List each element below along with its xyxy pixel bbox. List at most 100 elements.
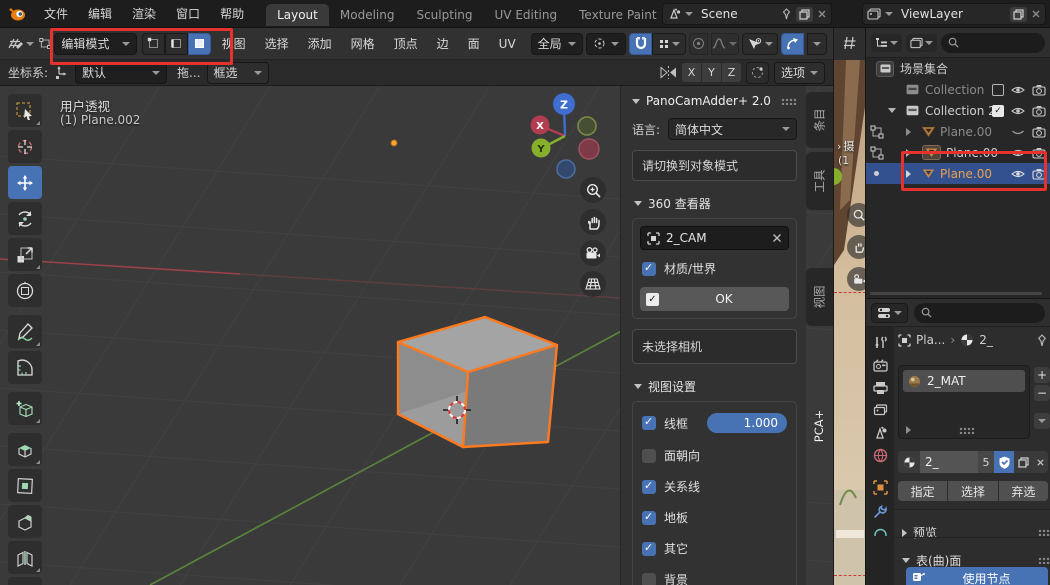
menu-uv[interactable]: UV bbox=[491, 37, 524, 51]
pin-icon[interactable] bbox=[781, 8, 792, 20]
select-box-tool[interactable] bbox=[8, 94, 42, 127]
workspace-tab-modeling[interactable]: Modeling bbox=[329, 4, 406, 26]
menu-mesh[interactable]: 网格 bbox=[343, 35, 383, 52]
tab-render-icon[interactable] bbox=[873, 359, 888, 372]
menu-render[interactable]: 渲染 bbox=[122, 0, 166, 28]
material-world-toggle[interactable]: 材质/世界 bbox=[642, 260, 787, 277]
menu-window[interactable]: 窗口 bbox=[166, 0, 210, 28]
show-gizmo-button[interactable] bbox=[781, 33, 804, 55]
expand-icon[interactable] bbox=[906, 170, 911, 178]
hide-eye-icon[interactable] bbox=[1011, 148, 1025, 158]
tab-pca[interactable]: PCA+ bbox=[806, 382, 833, 470]
remove-viewlayer-icon[interactable] bbox=[1031, 9, 1041, 19]
rotate-tool[interactable] bbox=[8, 202, 42, 235]
surface-drag-dots[interactable] bbox=[1038, 557, 1050, 564]
preview-drag-dots[interactable] bbox=[1038, 529, 1050, 536]
camera-photo-view[interactable]: ›摄 (1 bbox=[834, 60, 865, 585]
select-button[interactable]: 选择 bbox=[948, 481, 997, 501]
preview-section-header[interactable]: 预览 bbox=[902, 524, 1050, 541]
slot-expand-icon[interactable] bbox=[906, 426, 911, 434]
camera-viewport-strip[interactable]: ›摄 (1 bbox=[833, 28, 865, 585]
viewer-section-header[interactable]: 360 查看器 bbox=[634, 195, 797, 212]
workspace-tab-layout[interactable]: Layout bbox=[266, 4, 329, 26]
tab-object-icon[interactable] bbox=[873, 480, 888, 495]
plane2-row[interactable]: Plane.00 bbox=[866, 142, 1050, 163]
menu-add[interactable]: 添加 bbox=[300, 35, 340, 52]
mirror-x-button[interactable]: X bbox=[682, 63, 701, 82]
tab-output-icon[interactable] bbox=[873, 381, 888, 395]
coord-system-dropdown[interactable]: 默认 bbox=[75, 62, 167, 84]
deselect-button[interactable]: 弃选 bbox=[999, 481, 1048, 501]
tab-view[interactable]: 视图 bbox=[806, 268, 833, 326]
material-name-field[interactable]: 2_ bbox=[920, 451, 978, 473]
face-select-button[interactable] bbox=[188, 33, 211, 55]
addon-panel-header[interactable]: PanoCamAdder+ 2.0 bbox=[632, 94, 797, 108]
outliner-scrollbar[interactable] bbox=[870, 292, 1042, 295]
extrude-tool[interactable] bbox=[8, 433, 42, 466]
view-settings-header[interactable]: 视图设置 bbox=[634, 378, 797, 395]
mirror-z-button[interactable]: Z bbox=[722, 63, 741, 82]
properties-search-input[interactable] bbox=[914, 303, 1045, 323]
workspace-tab-texture-paint[interactable]: Texture Paint bbox=[568, 4, 667, 26]
strip-zoom-button[interactable] bbox=[847, 203, 865, 227]
assign-button[interactable]: 指定 bbox=[898, 481, 947, 501]
outliner-search-input[interactable] bbox=[941, 33, 1045, 53]
plane1-row[interactable]: Plane.00 bbox=[866, 121, 1050, 142]
vertex-select-button[interactable] bbox=[142, 33, 165, 55]
mode-dropdown[interactable]: 编辑模式 bbox=[54, 33, 136, 55]
scale-tool[interactable] bbox=[8, 238, 42, 271]
orientation-dropdown[interactable]: 全局 bbox=[531, 33, 584, 55]
users-count-button[interactable]: 5 bbox=[978, 451, 994, 473]
render-camera-icon[interactable] bbox=[1032, 147, 1046, 159]
workspace-tab-sculpting[interactable]: Sculpting bbox=[405, 4, 483, 26]
measure-tool[interactable] bbox=[8, 351, 42, 384]
face-orientation-checkbox[interactable] bbox=[642, 449, 656, 463]
add-cube-tool[interactable] bbox=[8, 392, 42, 425]
hide-eye-icon[interactable] bbox=[1011, 106, 1025, 116]
tab-item[interactable]: 条目 bbox=[806, 92, 833, 148]
edge-select-button[interactable] bbox=[165, 33, 188, 55]
breadcrumb-object-name[interactable]: Pla... bbox=[916, 333, 945, 347]
language-dropdown[interactable]: 简体中文 bbox=[668, 118, 797, 140]
move-tool[interactable] bbox=[8, 166, 42, 199]
collection2-row[interactable]: Collection 2 ✓ bbox=[866, 100, 1050, 121]
pivot-point-dropdown[interactable] bbox=[586, 33, 626, 55]
copy-material-button[interactable] bbox=[1014, 451, 1032, 473]
new-viewlayer-button[interactable] bbox=[1010, 7, 1027, 22]
tab-physics-icon[interactable] bbox=[873, 528, 888, 536]
tab-viewlayer-icon[interactable] bbox=[873, 404, 888, 417]
menu-select[interactable]: 选择 bbox=[257, 35, 297, 52]
menu-vertex[interactable]: 顶点 bbox=[386, 35, 426, 52]
material-world-checkbox[interactable] bbox=[642, 262, 656, 276]
pan-button[interactable] bbox=[580, 209, 606, 235]
hide-eye-icon[interactable] bbox=[1011, 169, 1025, 179]
gizmo-settings-dropdown[interactable] bbox=[807, 33, 827, 55]
breadcrumb-material-name[interactable]: 2_ bbox=[979, 333, 993, 347]
options-dropdown[interactable]: 选项 bbox=[774, 62, 825, 84]
render-camera-icon[interactable] bbox=[1032, 105, 1046, 117]
relationship-lines-checkbox[interactable] bbox=[642, 480, 656, 494]
strip-pan-button[interactable] bbox=[847, 235, 865, 259]
fake-user-shield-button[interactable] bbox=[994, 451, 1014, 473]
ok-checkbox[interactable]: ✓ bbox=[646, 293, 659, 306]
expand-icon[interactable] bbox=[906, 128, 911, 136]
scene-selector[interactable]: Scene bbox=[662, 3, 832, 25]
proportional-edit-button[interactable] bbox=[689, 33, 707, 55]
snap-toggle-button[interactable] bbox=[629, 33, 652, 55]
snap-symmetry-button[interactable] bbox=[746, 62, 769, 84]
hidden-eye-icon[interactable] bbox=[1011, 127, 1025, 137]
strip-camera-button[interactable] bbox=[847, 267, 865, 291]
hide-eye-icon[interactable] bbox=[1011, 85, 1025, 95]
floor-checkbox[interactable] bbox=[642, 511, 656, 525]
camera-view-button[interactable] bbox=[580, 240, 606, 266]
expand-icon[interactable] bbox=[906, 149, 911, 157]
tab-scene-icon[interactable] bbox=[873, 426, 888, 439]
loop-cut-tool[interactable] bbox=[8, 541, 42, 574]
tab-modifiers-icon[interactable] bbox=[873, 504, 888, 519]
inset-tool[interactable] bbox=[8, 469, 42, 502]
properties-editor-type-button[interactable] bbox=[871, 303, 908, 323]
menu-edge[interactable]: 边 bbox=[429, 35, 457, 52]
wireframe-slider[interactable]: 1.000 bbox=[707, 413, 787, 433]
menu-file[interactable]: 文件 bbox=[34, 0, 78, 28]
others-checkbox[interactable] bbox=[642, 542, 656, 556]
